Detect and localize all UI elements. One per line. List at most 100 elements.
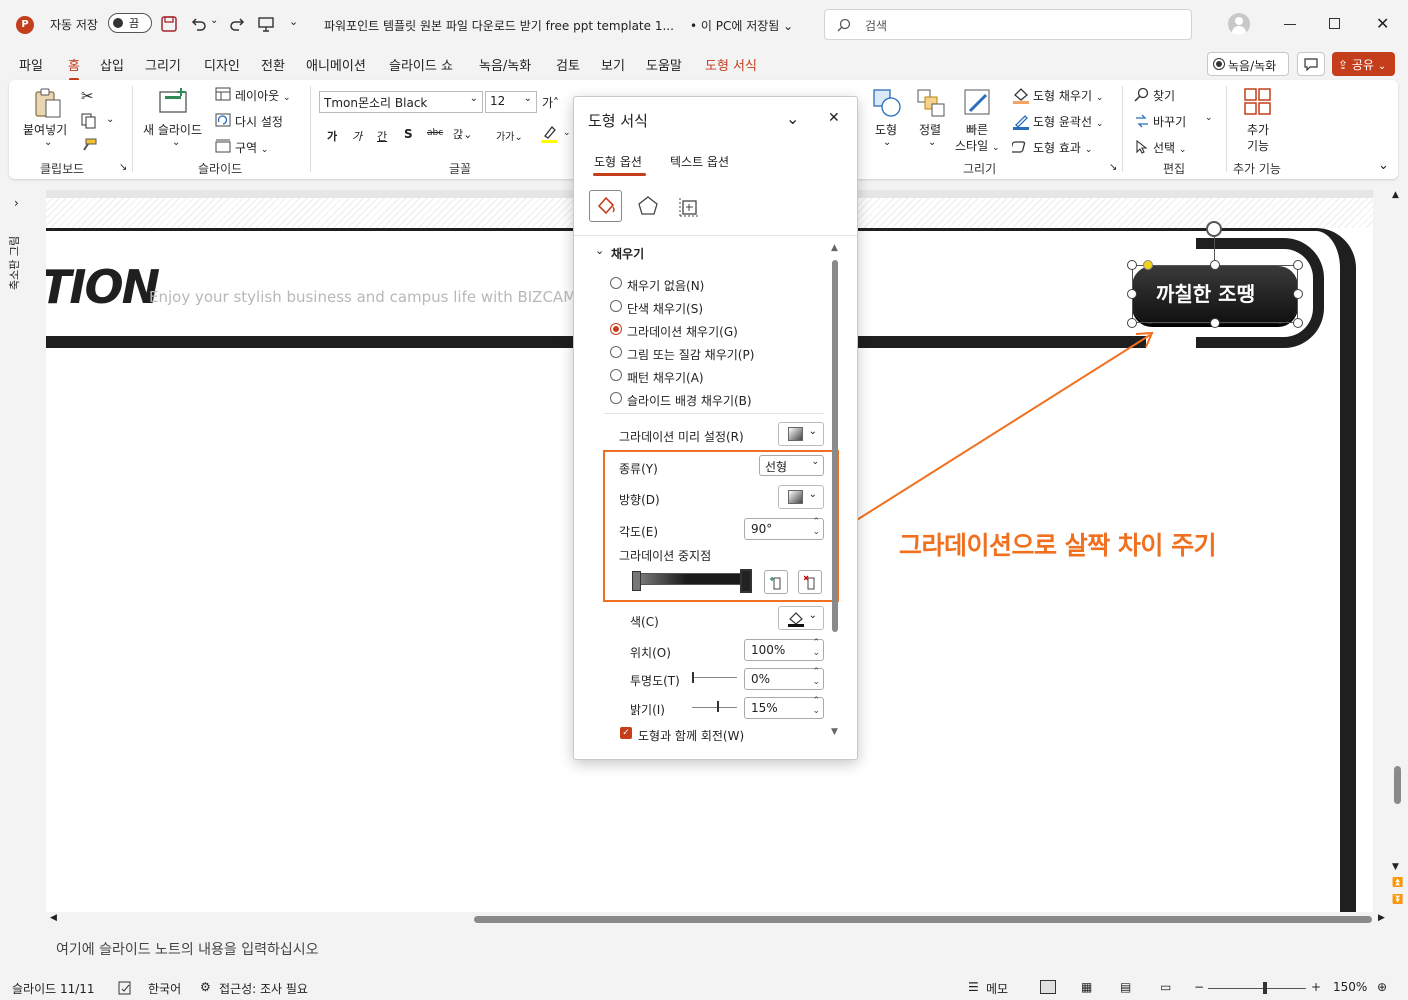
copy-dropdown-icon[interactable]: ⌄ — [106, 114, 114, 125]
slide-subtitle[interactable]: Enjoy your stylish business and campus l… — [149, 288, 576, 306]
shadow-icon[interactable]: S — [404, 127, 413, 141]
find-icon[interactable] — [1134, 87, 1150, 103]
option-picture-fill[interactable]: 그림 또는 질감 채우기(P) — [627, 346, 754, 363]
presentation-icon[interactable] — [257, 15, 275, 33]
highlight-dropdown-icon[interactable]: ⌄ — [563, 128, 571, 138]
scroll-left-icon[interactable]: ◀ — [50, 913, 57, 923]
font-size-combo[interactable]: 12 ⌄ — [485, 91, 537, 113]
arrange-label[interactable]: 정렬 — [919, 121, 941, 138]
effects-tab-icon[interactable] — [637, 195, 659, 217]
shapes-icon[interactable] — [871, 87, 903, 119]
scroll-right-icon[interactable]: ▶ — [1378, 913, 1385, 923]
radio-no-fill[interactable] — [610, 277, 622, 289]
menu-transitions[interactable]: 전환 — [261, 55, 285, 74]
tab-text-options[interactable]: 텍스트 옵션 — [670, 153, 729, 170]
customize-toolbar-icon[interactable]: ⌄ — [289, 15, 298, 28]
horizontal-scrollbar[interactable]: ◀ ▶ — [46, 912, 1390, 926]
resize-handle[interactable] — [1293, 260, 1303, 270]
menu-shape-format[interactable]: 도형 서식 — [705, 55, 757, 74]
expand-thumbnails-icon[interactable]: › — [14, 196, 19, 210]
transparency-slider-thumb[interactable] — [692, 672, 694, 683]
menu-slideshow[interactable]: 슬라이드 쇼 — [389, 55, 453, 74]
thumbnails-label[interactable]: 축소판 그림 — [6, 236, 22, 290]
save-location[interactable]: • 이 PC에 저장됨 ⌄ — [690, 17, 793, 34]
spellcheck-icon[interactable] — [118, 981, 132, 995]
layout-icon[interactable] — [215, 87, 231, 101]
addins-label-2[interactable]: 기능 — [1247, 137, 1269, 154]
menu-help[interactable]: 도움말 — [646, 55, 682, 74]
type-dropdown[interactable]: 선형 ⌄ — [759, 455, 824, 476]
shapes-dropdown-icon[interactable]: ⌄ — [883, 137, 891, 148]
rotate-with-shape-label[interactable]: 도형과 함께 회전(W) — [638, 727, 744, 744]
zoom-out-icon[interactable]: − — [1194, 980, 1204, 994]
autosave-toggle[interactable]: 끔 — [108, 13, 152, 33]
option-gradient-fill[interactable]: 그라데이션 채우기(G) — [627, 323, 738, 340]
menu-home[interactable]: 홈 — [68, 55, 80, 81]
find-label[interactable]: 찾기 — [1153, 87, 1175, 104]
transparency-slider[interactable] — [692, 677, 737, 678]
angle-input[interactable]: 90° — [744, 517, 824, 540]
menu-review[interactable]: 검토 — [556, 55, 580, 74]
resize-handle[interactable] — [1210, 260, 1220, 270]
menu-animations[interactable]: 애니메이션 — [306, 55, 366, 74]
brightness-slider-thumb[interactable] — [717, 701, 719, 712]
fit-to-window-icon[interactable]: ⊕ — [1377, 980, 1387, 994]
menu-record[interactable]: 녹음/녹화 — [479, 55, 531, 74]
record-button[interactable]: 녹음/녹화 — [1207, 52, 1289, 76]
panel-scroll-thumb[interactable] — [832, 260, 838, 632]
zoom-slider-thumb[interactable] — [1263, 982, 1267, 994]
new-slide-label[interactable]: 새 슬라이드 — [143, 121, 202, 138]
accessibility-icon[interactable]: ⚙ — [200, 980, 211, 994]
brightness-input[interactable]: 15% — [744, 696, 824, 719]
notes-toggle-icon[interactable]: ☰ — [968, 980, 979, 994]
accessibility-status[interactable]: 접근성: 조사 필요 — [219, 980, 308, 997]
brightness-slider[interactable] — [692, 707, 737, 708]
resize-handle[interactable] — [1127, 289, 1137, 299]
vertical-scrollbar[interactable]: ▲ ▼ ⏫ ⏬ — [1390, 190, 1404, 912]
account-avatar[interactable] — [1228, 13, 1250, 35]
option-solid-fill[interactable]: 단색 채우기(S) — [627, 300, 703, 317]
add-gradient-stop-button[interactable] — [764, 570, 788, 594]
zoom-slider[interactable] — [1208, 988, 1306, 989]
panel-scroll-down-icon[interactable]: ▼ — [831, 727, 838, 737]
comments-button[interactable] — [1297, 52, 1325, 76]
strikethrough-icon[interactable]: abc — [427, 128, 443, 138]
shape-fill-label[interactable]: 도형 채우기 ⌄ — [1033, 87, 1103, 104]
scroll-down-icon[interactable]: ▼ — [1392, 862, 1399, 872]
dialog-launcher-icon[interactable]: ↘ — [1109, 162, 1117, 173]
zoom-level[interactable]: 150% — [1333, 980, 1367, 994]
position-input[interactable]: 100% — [744, 638, 824, 661]
menu-file[interactable]: 파일 — [19, 55, 43, 74]
search-box[interactable]: 검색 — [824, 9, 1192, 40]
replace-dropdown-icon[interactable]: ⌄ — [1205, 113, 1213, 123]
option-no-fill[interactable]: 채우기 없음(N) — [627, 277, 704, 294]
radio-solid-fill[interactable] — [610, 300, 622, 312]
increase-font-icon[interactable]: 가˄ — [542, 94, 559, 111]
menu-view[interactable]: 보기 — [601, 55, 625, 74]
tab-shape-options[interactable]: 도형 옵션 — [594, 153, 642, 170]
gradient-stops-bar[interactable] — [632, 573, 752, 585]
dialog-launcher-icon[interactable]: ↘ — [119, 162, 127, 173]
replace-icon[interactable] — [1134, 113, 1150, 129]
size-properties-tab-icon[interactable] — [678, 196, 700, 218]
underline-icon[interactable]: 간 — [377, 128, 387, 144]
select-icon[interactable] — [1134, 139, 1150, 155]
resize-handle[interactable] — [1210, 318, 1220, 328]
menu-draw[interactable]: 그리기 — [145, 55, 181, 74]
undo-icon[interactable] — [190, 15, 208, 33]
reading-view-icon[interactable]: ▤ — [1120, 980, 1131, 994]
replace-label[interactable]: 바꾸기 — [1153, 113, 1186, 130]
gradient-stop-handle-selected[interactable] — [740, 569, 752, 593]
fill-section-chevron-icon[interactable]: ⌄ — [595, 244, 604, 257]
notes-toggle-button[interactable]: 메모 — [986, 980, 1008, 997]
adjust-handle[interactable] — [1143, 260, 1153, 270]
paste-icon[interactable] — [31, 86, 65, 120]
slide-sorter-view-icon[interactable]: ▦ — [1081, 980, 1092, 994]
horizontal-scroll-thumb[interactable] — [474, 916, 1372, 923]
quick-styles-label-1[interactable]: 빠른 — [966, 121, 988, 138]
zoom-in-icon[interactable]: + — [1311, 980, 1321, 994]
prev-slide-icon[interactable]: ⏫ — [1392, 878, 1403, 888]
section-label[interactable]: 구역 ⌄ — [235, 139, 268, 156]
color-picker-button[interactable]: ⌄ — [778, 606, 824, 630]
rotate-with-shape-checkbox[interactable]: ✓ — [620, 727, 632, 739]
